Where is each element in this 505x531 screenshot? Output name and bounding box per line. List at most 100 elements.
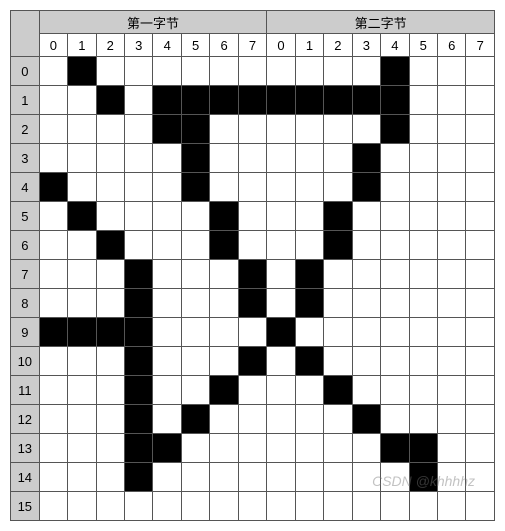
pixel-cell — [381, 405, 409, 434]
row-header-0: 0 — [11, 57, 40, 86]
row-header-6: 6 — [11, 231, 40, 260]
col-header-8: 0 — [267, 34, 295, 57]
col-header-3: 3 — [125, 34, 153, 57]
pixel-cell — [324, 231, 352, 260]
pixel-cell — [437, 173, 465, 202]
grid-row: 15 — [11, 492, 495, 521]
col-header-0: 0 — [39, 34, 67, 57]
pixel-cell — [181, 173, 209, 202]
pixel-cell — [210, 260, 238, 289]
pixel-cell — [181, 231, 209, 260]
pixel-cell — [352, 347, 380, 376]
pixel-cell — [295, 231, 323, 260]
pixel-cell — [153, 231, 181, 260]
pixel-cell — [238, 231, 266, 260]
pixel-cell — [295, 318, 323, 347]
pixel-cell — [125, 202, 153, 231]
pixel-cell — [324, 492, 352, 521]
pixel-cell — [324, 318, 352, 347]
pixel-cell — [352, 405, 380, 434]
pixel-cell — [68, 86, 96, 115]
pixel-cell — [381, 434, 409, 463]
col-header-9: 1 — [295, 34, 323, 57]
pixel-cell — [466, 86, 495, 115]
pixel-cell — [295, 405, 323, 434]
pixel-cell — [437, 376, 465, 405]
col-header-14: 6 — [437, 34, 465, 57]
grid-row: 12 — [11, 405, 495, 434]
pixel-cell — [68, 231, 96, 260]
pixel-cell — [437, 260, 465, 289]
pixel-cell — [238, 318, 266, 347]
grid-row: 8 — [11, 289, 495, 318]
col-header-6: 6 — [210, 34, 238, 57]
pixel-cell — [295, 434, 323, 463]
pixel-cell — [352, 173, 380, 202]
col-header-10: 2 — [324, 34, 352, 57]
pixel-cell — [267, 231, 295, 260]
grid-row: 7 — [11, 260, 495, 289]
pixel-cell — [267, 463, 295, 492]
pixel-cell — [125, 115, 153, 144]
pixel-cell — [210, 173, 238, 202]
pixel-cell — [39, 405, 67, 434]
pixel-cell — [125, 260, 153, 289]
pixel-cell — [238, 57, 266, 86]
pixel-cell — [267, 202, 295, 231]
pixel-cell — [466, 202, 495, 231]
grid-row: 9 — [11, 318, 495, 347]
pixel-cell — [409, 173, 437, 202]
pixel-cell — [153, 463, 181, 492]
pixel-cell — [267, 86, 295, 115]
pixel-cell — [181, 57, 209, 86]
pixel-cell — [295, 289, 323, 318]
pixel-cell — [437, 202, 465, 231]
pixel-cell — [153, 115, 181, 144]
pixel-cell — [210, 144, 238, 173]
pixel-cell — [125, 57, 153, 86]
pixel-cell — [295, 86, 323, 115]
row-header-13: 13 — [11, 434, 40, 463]
pixel-cell — [295, 492, 323, 521]
pixel-cell — [238, 260, 266, 289]
row-header-1: 1 — [11, 86, 40, 115]
pixel-cell — [238, 434, 266, 463]
pixel-cell — [153, 86, 181, 115]
pixel-cell — [39, 318, 67, 347]
pixel-cell — [437, 434, 465, 463]
pixel-cell — [437, 57, 465, 86]
pixel-cell — [466, 318, 495, 347]
pixel-cell — [238, 463, 266, 492]
pixel-cell — [381, 318, 409, 347]
pixel-cell — [409, 86, 437, 115]
pixel-cell — [466, 376, 495, 405]
pixel-cell — [210, 347, 238, 376]
pixel-cell — [352, 318, 380, 347]
pixel-cell — [181, 289, 209, 318]
pixel-cell — [409, 347, 437, 376]
row-header-12: 12 — [11, 405, 40, 434]
pixel-cell — [39, 492, 67, 521]
col-header-4: 4 — [153, 34, 181, 57]
col-header-13: 5 — [409, 34, 437, 57]
pixel-cell — [352, 202, 380, 231]
pixel-cell — [181, 405, 209, 434]
pixel-cell — [409, 115, 437, 144]
pixel-cell — [96, 463, 124, 492]
pixel-cell — [181, 202, 209, 231]
grid-row: 10 — [11, 347, 495, 376]
pixel-cell — [96, 86, 124, 115]
pixel-cell — [409, 405, 437, 434]
pixel-cell — [125, 289, 153, 318]
pixel-cell — [96, 260, 124, 289]
column-header-row: 0123456701234567 — [11, 34, 495, 57]
pixel-cell — [437, 318, 465, 347]
pixel-cell — [153, 405, 181, 434]
pixel-cell — [181, 347, 209, 376]
pixel-cell — [125, 405, 153, 434]
pixel-cell — [466, 434, 495, 463]
pixel-cell — [96, 376, 124, 405]
pixel-cell — [381, 376, 409, 405]
pixel-cell — [352, 376, 380, 405]
pixel-cell — [210, 434, 238, 463]
